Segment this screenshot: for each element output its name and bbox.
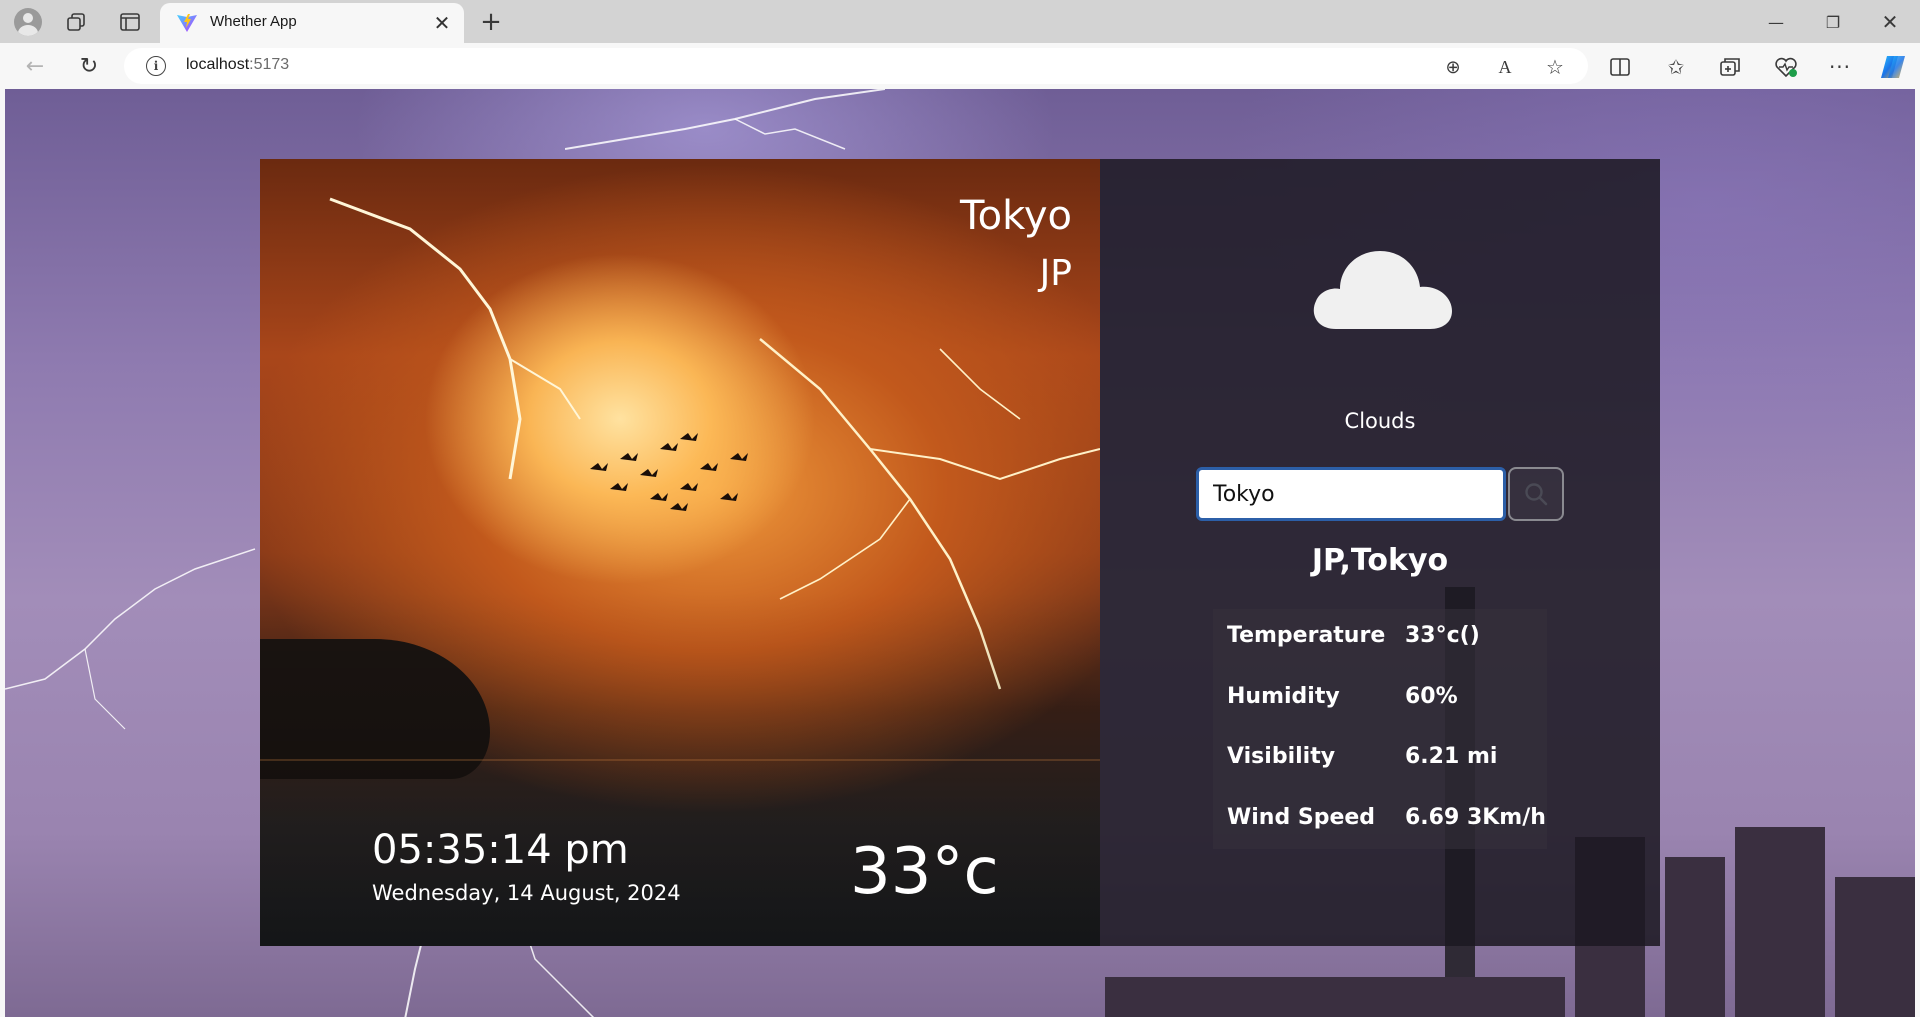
wind-speed-value: 6.69 3Km/h bbox=[1405, 805, 1546, 830]
more-icon[interactable]: ··· bbox=[1824, 52, 1856, 82]
favorites-icon[interactable]: ✩ bbox=[1660, 52, 1692, 82]
vite-logo-icon bbox=[176, 13, 198, 33]
search-icon bbox=[1525, 483, 1548, 506]
city-search-input[interactable] bbox=[1196, 467, 1506, 521]
tab-title: Whether App bbox=[210, 13, 297, 30]
collections-icon[interactable] bbox=[1714, 52, 1746, 82]
visibility-value: 6.21 mi bbox=[1405, 744, 1498, 769]
restore-icon[interactable]: ❐ bbox=[1805, 4, 1861, 40]
current-temperature: 33°c bbox=[850, 835, 999, 909]
temperature-label: Temperature bbox=[1227, 623, 1386, 648]
active-tab[interactable]: Whether App ✕ bbox=[160, 3, 464, 43]
wind-speed-label: Wind Speed bbox=[1227, 805, 1376, 830]
current-time: 05:35:14 pm bbox=[372, 827, 629, 873]
address-bar[interactable]: i localhost:5173 bbox=[124, 48, 1588, 84]
url-text: localhost:5173 bbox=[186, 56, 290, 73]
skyline-building bbox=[1735, 827, 1825, 1017]
tab-actions-icon[interactable] bbox=[116, 9, 144, 35]
workspaces-icon[interactable] bbox=[62, 9, 90, 35]
page-background: Tokyo JP 05:35:14 pm Wednesday, 14 Augus… bbox=[5, 89, 1915, 1017]
info-icon[interactable]: i bbox=[146, 56, 166, 76]
refresh-icon[interactable]: ↻ bbox=[72, 50, 106, 82]
cloud-icon bbox=[1313, 251, 1452, 329]
humidity-value: 60% bbox=[1405, 684, 1458, 709]
current-date: Wednesday, 14 August, 2024 bbox=[372, 881, 681, 905]
weather-details-table: Temperature 33°c() Humidity 60% Visibili… bbox=[1213, 609, 1547, 849]
minimize-icon[interactable]: — bbox=[1748, 4, 1804, 40]
country-code: JP bbox=[1039, 253, 1072, 294]
copilot-icon[interactable] bbox=[1876, 50, 1910, 84]
skyline-building bbox=[1835, 877, 1915, 1017]
heart-pulse-icon[interactable] bbox=[1770, 52, 1802, 82]
humidity-label: Humidity bbox=[1227, 684, 1340, 709]
close-window-icon[interactable]: ✕ bbox=[1862, 4, 1918, 40]
read-aloud-icon[interactable]: A bbox=[1490, 52, 1520, 82]
temperature-value: 33°c() bbox=[1405, 623, 1480, 648]
location-title: JP,Tokyo bbox=[1311, 543, 1449, 578]
zoom-icon[interactable]: ⊕ bbox=[1438, 52, 1468, 82]
profile-icon[interactable] bbox=[10, 7, 46, 37]
skyline-building bbox=[1105, 977, 1565, 1017]
back-arrow-icon[interactable]: ← bbox=[18, 50, 52, 82]
search-button[interactable] bbox=[1508, 467, 1564, 521]
city-name: Tokyo bbox=[960, 193, 1072, 239]
new-tab-icon[interactable]: + bbox=[476, 7, 506, 37]
weather-image-card: Tokyo JP 05:35:14 pm Wednesday, 14 Augus… bbox=[260, 159, 1100, 946]
lightning-decoration bbox=[5, 548, 256, 730]
split-screen-icon[interactable] bbox=[1604, 52, 1636, 82]
add-favorite-icon[interactable]: ☆ bbox=[1540, 52, 1570, 82]
weather-details-panel: Clouds JP,Tokyo Temperature 33°c() Humid… bbox=[1100, 159, 1660, 946]
skyline-building bbox=[1665, 857, 1725, 1017]
visibility-label: Visibility bbox=[1227, 744, 1336, 769]
close-tab-icon[interactable]: ✕ bbox=[430, 11, 454, 35]
weather-condition: Clouds bbox=[1344, 409, 1416, 433]
